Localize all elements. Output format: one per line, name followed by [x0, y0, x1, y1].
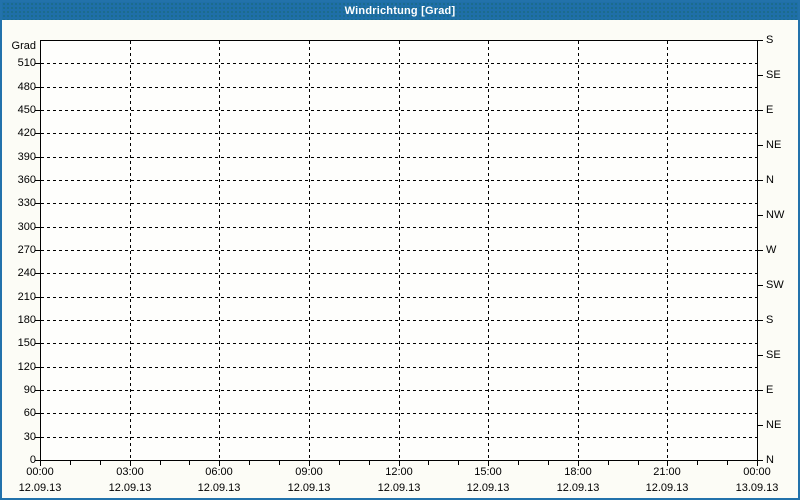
y-right-tick: [758, 320, 763, 321]
y-right-tick-label: S: [766, 314, 774, 326]
x-minor-tick: [100, 461, 101, 465]
x-minor-tick: [369, 461, 370, 465]
y-left-tick-label: 150: [17, 337, 36, 349]
y-right-tick: [758, 215, 763, 216]
y-right-tick-label: NE: [766, 419, 782, 431]
v-gridline: [399, 41, 400, 460]
x-minor-tick: [70, 461, 71, 465]
x-minor-tick: [458, 461, 459, 465]
y-left-tick-label: 420: [17, 127, 36, 139]
x-time-label: 12:00: [385, 466, 413, 478]
x-date-label: 12.09.13: [18, 482, 62, 494]
x-date-label: 12.09.13: [645, 482, 689, 494]
y-right-tick: [758, 145, 763, 146]
chart-container: Grad 0 30 60 90 120 150 180 210 240 270 300 330 360 3…: [2, 20, 798, 498]
window-titlebar: Windrichtung [Grad]: [2, 2, 798, 20]
x-time-label: 06:00: [205, 466, 233, 478]
y-right-tick-label: W: [766, 244, 777, 256]
x-minor-tick: [189, 461, 190, 465]
x-time-label: 18:00: [564, 466, 592, 478]
x-date-label: 12.09.13: [466, 482, 510, 494]
y-right-tick: [758, 75, 763, 76]
y-right-tick: [758, 110, 763, 111]
y-right-tick-label: N: [766, 174, 774, 186]
y-right-tick: [758, 460, 763, 461]
x-date-label: 13.09.13: [735, 482, 779, 494]
x-date-label: 12.09.13: [197, 482, 241, 494]
x-minor-tick: [608, 461, 609, 465]
y-right-tick-label: NE: [766, 139, 782, 151]
v-gridline: [309, 41, 310, 460]
x-minor-tick: [160, 461, 161, 465]
y-right-tick: [758, 250, 763, 251]
y-right-tick-label: NW: [766, 209, 785, 221]
y-left-tick-label: 210: [17, 291, 36, 303]
x-date-label: 12.09.13: [377, 482, 421, 494]
x-minor-tick: [638, 461, 639, 465]
y-right-tick-label: E: [766, 104, 774, 116]
y-left-tick-label: 390: [17, 151, 36, 163]
y-right-tick: [758, 180, 763, 181]
y-right-tick-label: SW: [766, 279, 784, 291]
y-right-tick: [758, 40, 763, 41]
chart-window: Windrichtung [Grad] Grad 0 30 60 90 120 150 18…: [0, 0, 800, 500]
y-right-tick-label: SE: [766, 69, 781, 81]
x-time-label: 00:00: [743, 466, 771, 478]
y-right-tick-label: SE: [766, 349, 781, 361]
x-time-label: 21:00: [653, 466, 681, 478]
x-minor-tick: [279, 461, 280, 465]
x-minor-tick: [727, 461, 728, 465]
y-right-tick-label: E: [766, 384, 774, 396]
y-left-tick-label: 330: [17, 197, 36, 209]
y-left-tick-label: 480: [17, 81, 36, 93]
x-minor-tick: [339, 461, 340, 465]
x-time-label: 15:00: [474, 466, 502, 478]
v-gridline: [578, 41, 579, 460]
y-left-tick-label: 60: [23, 407, 36, 419]
y-right-tick: [758, 285, 763, 286]
y-axis-unit-label: Grad: [11, 40, 36, 52]
y-left-tick-label: 180: [17, 314, 36, 326]
v-gridline: [488, 41, 489, 460]
y-right-tick: [758, 390, 763, 391]
x-date-label: 12.09.13: [108, 482, 152, 494]
y-right-tick: [758, 425, 763, 426]
x-time-label: 09:00: [295, 466, 323, 478]
x-minor-tick: [697, 461, 698, 465]
x-date-label: 12.09.13: [556, 482, 600, 494]
y-left-tick-label: 240: [17, 267, 36, 279]
window-title: Windrichtung [Grad]: [344, 5, 456, 17]
x-time-label: 00:00: [26, 466, 54, 478]
v-gridline: [130, 41, 131, 460]
v-gridline: [219, 41, 220, 460]
y-left-tick-label: 300: [17, 221, 36, 233]
x-minor-tick: [518, 461, 519, 465]
y-right-tick-label: S: [766, 34, 774, 46]
y-left-tick-label: 270: [17, 244, 36, 256]
x-time-label: 03:00: [116, 466, 144, 478]
y-left-tick-label: 450: [17, 104, 36, 116]
x-minor-tick: [428, 461, 429, 465]
y-left-tick-label: 120: [17, 361, 36, 373]
v-gridline: [667, 41, 668, 460]
x-date-label: 12.09.13: [287, 482, 331, 494]
x-minor-tick: [548, 461, 549, 465]
x-minor-tick: [249, 461, 250, 465]
y-left-tick-label: 90: [23, 384, 36, 396]
y-left-tick-label: 360: [17, 174, 36, 186]
y-left-tick-label: 30: [23, 431, 36, 443]
y-right-tick: [758, 355, 763, 356]
y-left-tick-label: 510: [17, 57, 36, 69]
